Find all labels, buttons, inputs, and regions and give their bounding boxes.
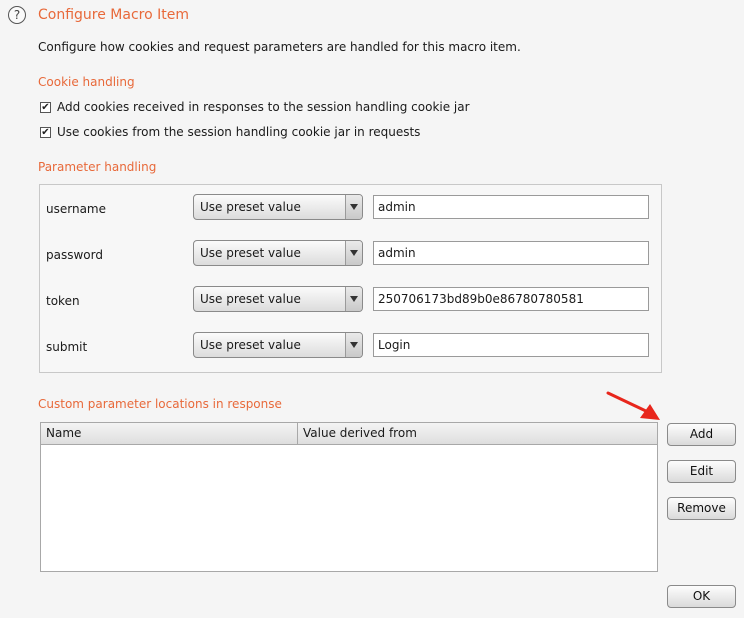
annotation-arrow-icon — [606, 391, 660, 420]
chevron-down-icon[interactable] — [345, 195, 362, 219]
dialog-description: Configure how cookies and request parame… — [38, 40, 521, 54]
ok-button[interactable]: OK — [667, 585, 736, 608]
cookie-handling-title: Cookie handling — [38, 75, 135, 89]
param-name: password — [46, 248, 103, 262]
help-icon[interactable]: ? — [8, 6, 26, 24]
parameter-handling-title: Parameter handling — [38, 160, 157, 174]
chevron-down-icon[interactable] — [345, 333, 362, 357]
custom-locations-title: Custom parameter locations in response — [38, 397, 282, 411]
edit-button[interactable]: Edit — [667, 460, 736, 483]
param-mode-label: Use preset value — [200, 338, 301, 352]
param-value-field[interactable]: admin — [373, 195, 649, 219]
param-mode-select[interactable]: Use preset value — [193, 286, 363, 312]
param-mode-select[interactable]: Use preset value — [193, 240, 363, 266]
param-value-field[interactable]: 250706173bd89b0e86780780581 — [373, 287, 649, 311]
param-mode-select[interactable]: Use preset value — [193, 194, 363, 220]
chevron-down-icon[interactable] — [345, 287, 362, 311]
custom-locations-table[interactable]: Name Value derived from — [40, 422, 658, 572]
add-button[interactable]: Add — [667, 423, 736, 446]
param-value-field[interactable]: Login — [373, 333, 649, 357]
cookie-option-use-jar[interactable]: ✔ Use cookies from the session handling … — [40, 125, 420, 139]
parameter-panel: username Use preset value admin password… — [39, 184, 662, 373]
column-header-name[interactable]: Name — [41, 423, 298, 444]
use-cookies-label: Use cookies from the session handling co… — [57, 125, 421, 139]
param-mode-label: Use preset value — [200, 200, 301, 214]
table-header: Name Value derived from — [41, 423, 657, 445]
add-cookies-label: Add cookies received in responses to the… — [57, 100, 470, 114]
param-name: username — [46, 202, 106, 216]
param-value-field[interactable]: admin — [373, 241, 649, 265]
chevron-down-icon[interactable] — [345, 241, 362, 265]
add-cookies-checkbox[interactable]: ✔ — [40, 101, 51, 113]
check-icon: ✔ — [41, 126, 50, 138]
remove-button[interactable]: Remove — [667, 497, 736, 520]
use-cookies-checkbox[interactable]: ✔ — [40, 126, 51, 138]
param-mode-label: Use preset value — [200, 246, 301, 260]
param-mode-select[interactable]: Use preset value — [193, 332, 363, 358]
param-mode-label: Use preset value — [200, 292, 301, 306]
cookie-option-add-received[interactable]: ✔ Add cookies received in responses to t… — [40, 100, 470, 114]
dialog-title: Configure Macro Item — [38, 7, 189, 23]
param-name: token — [46, 294, 80, 308]
column-header-value-derived-from[interactable]: Value derived from — [298, 423, 417, 444]
param-name: submit — [46, 340, 88, 354]
check-icon: ✔ — [41, 101, 50, 113]
